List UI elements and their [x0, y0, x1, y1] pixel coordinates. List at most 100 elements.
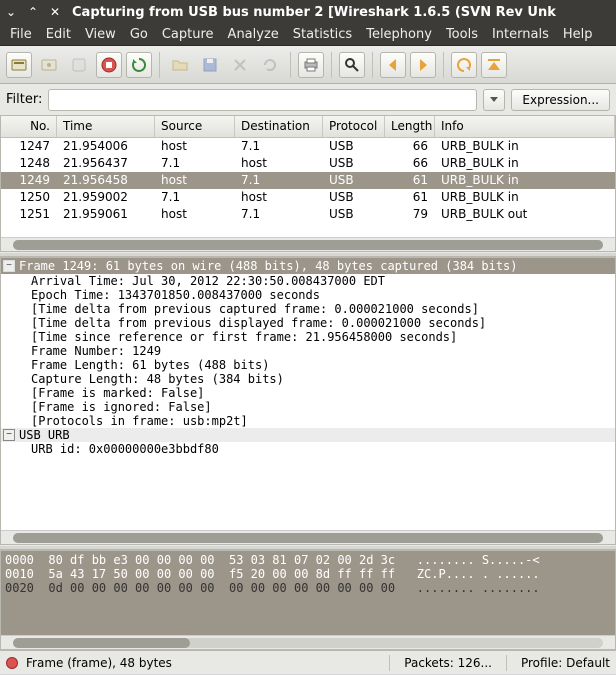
top-icon[interactable]: [481, 52, 507, 78]
restart-icon[interactable]: [126, 52, 152, 78]
capture-indicator-icon[interactable]: [6, 657, 18, 669]
menu-edit[interactable]: Edit: [40, 25, 77, 44]
packet-list-body[interactable]: 124721.954006host7.1USB66URB_BULK in1248…: [1, 138, 615, 237]
menu-file[interactable]: File: [4, 25, 38, 44]
jump-icon[interactable]: [451, 52, 477, 78]
cell: 21.954006: [57, 138, 155, 155]
options-icon[interactable]: [36, 52, 62, 78]
close-file-icon: [227, 52, 253, 78]
cell: 21.956437: [57, 155, 155, 172]
hex-line[interactable]: 0000 80 df bb e3 00 00 00 00 53 03 81 07…: [5, 553, 611, 567]
close-icon[interactable]: ✕: [48, 5, 62, 19]
cell: host: [155, 206, 235, 223]
detail-line[interactable]: [Time delta from previous captured frame…: [1, 302, 615, 316]
table-row[interactable]: 125121.959061host7.1USB79URB_BULK out: [1, 206, 615, 223]
table-row[interactable]: 125021.9590027.1hostUSB61URB_BULK in: [1, 189, 615, 206]
find-icon[interactable]: [339, 52, 365, 78]
stop-icon[interactable]: [96, 52, 122, 78]
detail-line[interactable]: Capture Length: 48 bytes (384 bits): [1, 372, 615, 386]
scrollbar-thumb[interactable]: [13, 240, 603, 250]
reload-icon: [257, 52, 283, 78]
expression-label: Expression...: [522, 93, 599, 107]
col-len[interactable]: Length: [385, 116, 435, 137]
menu-tools[interactable]: Tools: [440, 25, 484, 44]
packet-list-scrollbar[interactable]: [1, 237, 615, 251]
frame-header-text: Frame 1249: 61 bytes on wire (488 bits),…: [19, 259, 518, 273]
detail-line[interactable]: Arrival Time: Jul 30, 2012 22:30:50.0084…: [1, 274, 615, 288]
col-info[interactable]: Info: [435, 116, 615, 137]
cell: host: [155, 138, 235, 155]
detail-line[interactable]: [Frame is ignored: False]: [1, 400, 615, 414]
filter-dropdown[interactable]: [483, 89, 505, 111]
detail-line[interactable]: [Time since reference or first frame: 21…: [1, 330, 615, 344]
toolbar: [0, 46, 616, 84]
hex-scrollbar[interactable]: [1, 635, 615, 649]
cell: 1248: [1, 155, 57, 172]
chevron-down-icon: [490, 97, 498, 102]
start-icon[interactable]: [66, 52, 92, 78]
cell: 66: [385, 138, 435, 155]
back-icon[interactable]: [380, 52, 406, 78]
detail-line[interactable]: [Time delta from previous displayed fram…: [1, 316, 615, 330]
detail-line[interactable]: URB id: 0x00000000e3bbdf80: [1, 442, 615, 456]
detail-line[interactable]: Epoch Time: 1343701850.008437000 seconds: [1, 288, 615, 302]
frame-header-row[interactable]: − Frame 1249: 61 bytes on wire (488 bits…: [1, 258, 615, 274]
cell: 1250: [1, 189, 57, 206]
menu-internals[interactable]: Internals: [486, 25, 555, 44]
detail-line[interactable]: [Frame is marked: False]: [1, 386, 615, 400]
col-source[interactable]: Source: [155, 116, 235, 137]
col-time[interactable]: Time: [57, 116, 155, 137]
col-proto[interactable]: Protocol: [323, 116, 385, 137]
cell: 21.959061: [57, 206, 155, 223]
filter-input[interactable]: [48, 89, 477, 111]
scrollbar-thumb[interactable]: [13, 638, 190, 648]
status-profile: Profile: Default: [521, 656, 610, 670]
open-icon: [167, 52, 193, 78]
col-dest[interactable]: Destination: [235, 116, 323, 137]
usb-header-row[interactable]: − USB URB: [1, 428, 615, 442]
menu-help[interactable]: Help: [557, 25, 599, 44]
minimize-icon[interactable]: ⌄: [4, 5, 18, 19]
expression-button[interactable]: Expression...: [511, 89, 610, 111]
filter-label: Filter:: [6, 92, 42, 107]
menu-statistics[interactable]: Statistics: [287, 25, 358, 44]
window-controls: ⌄ ⌃ ✕: [4, 5, 62, 19]
cell: 1249: [1, 172, 57, 189]
col-no[interactable]: No.: [1, 116, 57, 137]
forward-icon[interactable]: [410, 52, 436, 78]
packet-bytes-body[interactable]: 0000 80 df bb e3 00 00 00 00 53 03 81 07…: [1, 551, 615, 635]
table-row[interactable]: 124921.956458host7.1USB61URB_BULK in: [1, 172, 615, 189]
details-scrollbar[interactable]: [1, 530, 615, 544]
titlebar: ⌄ ⌃ ✕ Capturing from USB bus number 2 [W…: [0, 0, 616, 24]
detail-line[interactable]: Frame Length: 61 bytes (488 bits): [1, 358, 615, 372]
hex-line[interactable]: 0020 0d 00 00 00 00 00 00 00 00 00 00 00…: [5, 581, 611, 595]
table-row[interactable]: 124721.954006host7.1USB66URB_BULK in: [1, 138, 615, 155]
scrollbar-track[interactable]: [13, 533, 603, 543]
menu-go[interactable]: Go: [124, 25, 154, 44]
scrollbar-track[interactable]: [13, 638, 603, 648]
collapse-icon[interactable]: −: [3, 260, 15, 272]
toolbar-sep: [443, 52, 444, 78]
scrollbar-track[interactable]: [13, 240, 603, 250]
maximize-icon[interactable]: ⌃: [26, 5, 40, 19]
interfaces-icon[interactable]: [6, 52, 32, 78]
menu-telephony[interactable]: Telephony: [360, 25, 438, 44]
cell: URB_BULK in: [435, 172, 615, 189]
scrollbar-thumb[interactable]: [13, 533, 603, 543]
cell: 1251: [1, 206, 57, 223]
menu-view[interactable]: View: [79, 25, 122, 44]
cell: URB_BULK in: [435, 155, 615, 172]
collapse-icon[interactable]: −: [3, 429, 15, 441]
packet-details-body[interactable]: − Frame 1249: 61 bytes on wire (488 bits…: [1, 258, 615, 530]
cell: USB: [323, 138, 385, 155]
menu-analyze[interactable]: Analyze: [222, 25, 285, 44]
cell: 61: [385, 172, 435, 189]
status-sep: [506, 655, 507, 671]
print-icon[interactable]: [298, 52, 324, 78]
menu-capture[interactable]: Capture: [156, 25, 220, 44]
detail-line[interactable]: [Protocols in frame: usb:mp2t]: [1, 414, 615, 428]
toolbar-sep: [159, 52, 160, 78]
detail-line[interactable]: Frame Number: 1249: [1, 344, 615, 358]
hex-line[interactable]: 0010 5a 43 17 50 00 00 00 00 f5 20 00 00…: [5, 567, 611, 581]
table-row[interactable]: 124821.9564377.1hostUSB66URB_BULK in: [1, 155, 615, 172]
